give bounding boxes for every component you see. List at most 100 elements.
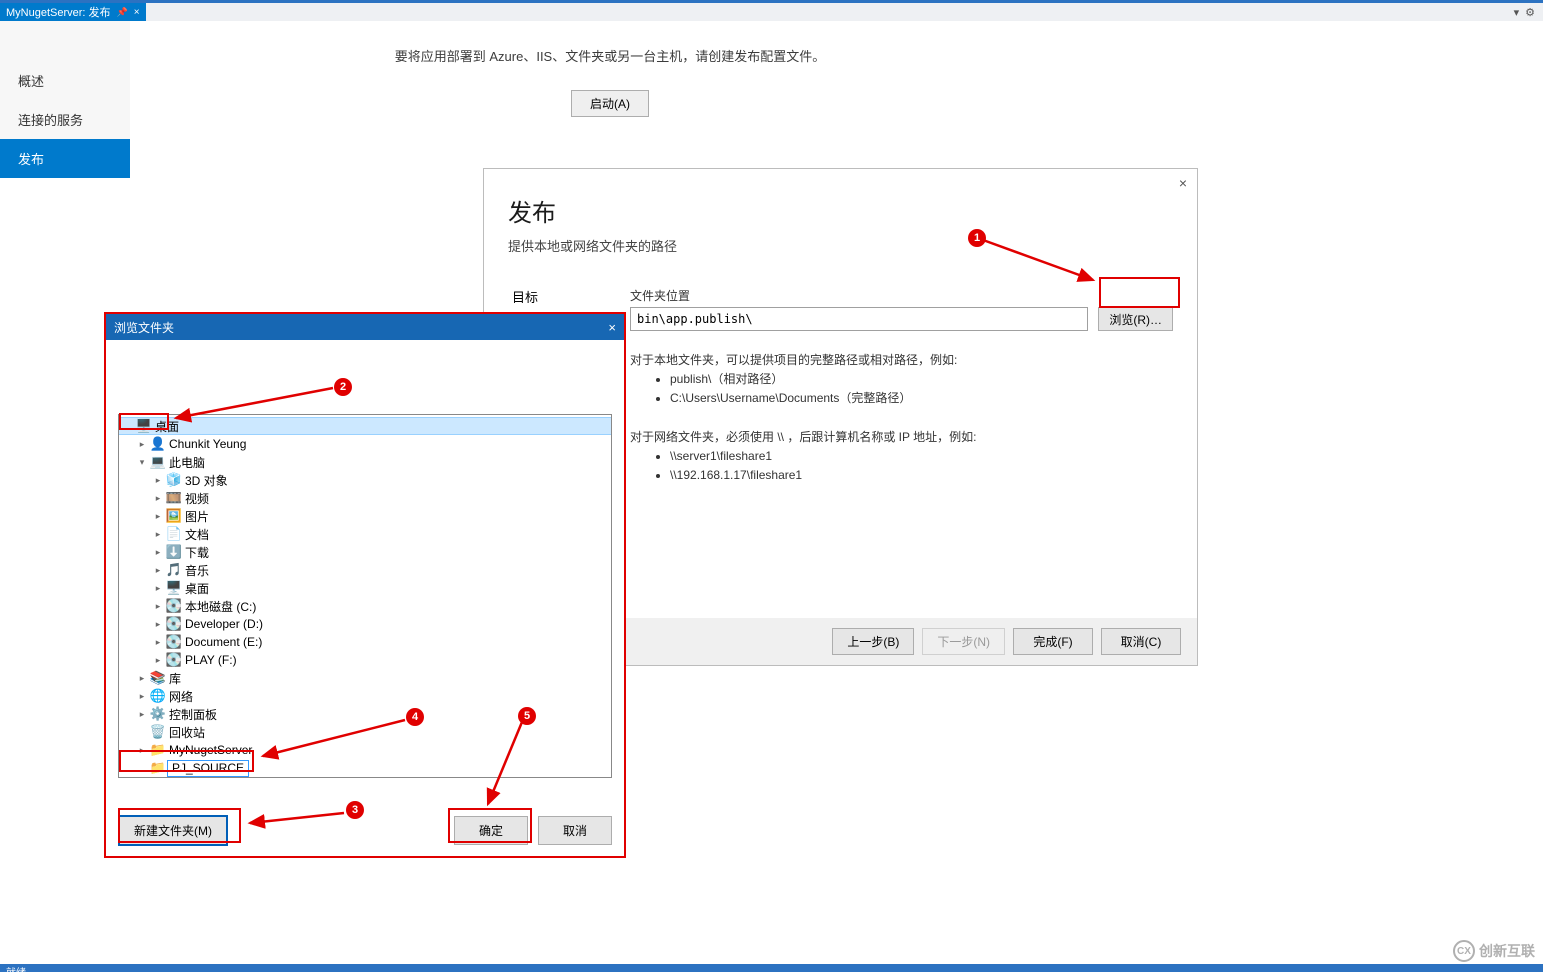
browse-dialog-titlebar: 浏览文件夹 × bbox=[106, 314, 624, 340]
tree-node[interactable]: ▸🖥️桌面 bbox=[119, 579, 611, 597]
chevron-right-icon[interactable]: ▸ bbox=[151, 565, 165, 576]
pin-icon[interactable]: 📌 bbox=[117, 7, 128, 18]
folder-icon: 🧊 bbox=[165, 472, 183, 488]
watermark-logo-icon: CX bbox=[1453, 940, 1475, 962]
browse-dialog-title: 浏览文件夹 bbox=[114, 319, 174, 336]
tree-node-label: 网络 bbox=[167, 688, 193, 705]
tree-node[interactable]: ▸📚库 bbox=[119, 669, 611, 687]
desc-local-list: publish\（相对路径） C:\Users\Username\Documen… bbox=[670, 370, 1173, 408]
tree-node-label: Developer (D:) bbox=[183, 617, 263, 631]
desc-local-intro: 对于本地文件夹，可以提供项目的完整路径或相对路径，例如: bbox=[630, 351, 1173, 370]
tree-node-label: 文档 bbox=[183, 526, 209, 543]
tree-node[interactable]: ▸📄文档 bbox=[119, 525, 611, 543]
tree-node[interactable]: ▸🌐网络 bbox=[119, 687, 611, 705]
finish-button[interactable]: 完成(F) bbox=[1013, 628, 1093, 655]
tree-node-label: 图片 bbox=[183, 508, 209, 525]
folder-icon: 📁 bbox=[149, 742, 167, 758]
chevron-right-icon[interactable]: ▸ bbox=[151, 529, 165, 540]
list-item: publish\（相对路径） bbox=[670, 370, 1173, 389]
tree-node-label: PLAY (F:) bbox=[183, 653, 237, 667]
browse-folder-dialog: 浏览文件夹 × ▸🖥️桌面▸👤Chunkit Yeung▾💻此电脑▸🧊3D 对象… bbox=[104, 312, 626, 858]
folder-icon: 🖼️ bbox=[165, 508, 183, 524]
prev-button[interactable]: 上一步(B) bbox=[832, 628, 914, 655]
chevron-right-icon[interactable]: ▸ bbox=[151, 493, 165, 504]
folder-icon: 📁 bbox=[149, 760, 167, 776]
folder-tree[interactable]: ▸🖥️桌面▸👤Chunkit Yeung▾💻此电脑▸🧊3D 对象▸🎞️视频▸🖼️… bbox=[118, 414, 612, 778]
list-item: \\server1\fileshare1 bbox=[670, 447, 1173, 466]
tree-node-label: 库 bbox=[167, 670, 181, 687]
tree-node[interactable]: ▸⬇️下载 bbox=[119, 543, 611, 561]
tree-node-label: 控制面板 bbox=[167, 706, 217, 723]
dialog-subtitle: 提供本地或网络文件夹的路径 bbox=[508, 236, 1173, 255]
tree-node[interactable]: ▸⚙️控制面板 bbox=[119, 705, 611, 723]
cancel-button[interactable]: 取消 bbox=[538, 816, 612, 845]
tree-node[interactable]: ▸📁MyNugetServer bbox=[119, 741, 611, 759]
tree-node-label: Document (E:) bbox=[183, 635, 262, 649]
start-button[interactable]: 启动(A) bbox=[571, 90, 649, 117]
document-tab[interactable]: MyNugetServer: 发布 📌 × bbox=[0, 3, 146, 21]
new-folder-button[interactable]: 新建文件夹(M) bbox=[118, 815, 228, 846]
chevron-right-icon[interactable]: ▸ bbox=[151, 601, 165, 612]
tree-node[interactable]: ▸💽PLAY (F:) bbox=[119, 651, 611, 669]
chevron-right-icon[interactable]: ▸ bbox=[135, 745, 149, 756]
tree-node-label: Chunkit Yeung bbox=[167, 437, 246, 451]
folder-name-edit[interactable]: PJ_SOURCE bbox=[167, 760, 249, 777]
sidebar-item-connected-services[interactable]: 连接的服务 bbox=[0, 100, 130, 139]
chevron-right-icon[interactable]: ▸ bbox=[135, 439, 149, 450]
tree-node-label: 音乐 bbox=[183, 562, 209, 579]
tree-node[interactable]: ▸💽Developer (D:) bbox=[119, 615, 611, 633]
tree-node[interactable]: ▸💽Document (E:) bbox=[119, 633, 611, 651]
dropdown-icon[interactable]: ▾ bbox=[1514, 6, 1520, 19]
browse-button[interactable]: 浏览(R)… bbox=[1098, 307, 1173, 331]
watermark-text: 创新互联 bbox=[1479, 941, 1535, 961]
folder-location-label: 文件夹位置 bbox=[630, 287, 1173, 304]
cancel-button[interactable]: 取消(C) bbox=[1101, 628, 1181, 655]
folder-icon: 📚 bbox=[149, 670, 167, 686]
tab-title: MyNugetServer: 发布 bbox=[6, 4, 111, 20]
step-target[interactable]: 目标 bbox=[508, 281, 608, 312]
tree-node-label: 桌面 bbox=[153, 418, 179, 435]
sidebar-item-overview[interactable]: 概述 bbox=[0, 61, 130, 100]
sidebar-item-publish[interactable]: 发布 bbox=[0, 139, 130, 178]
chevron-right-icon[interactable]: ▸ bbox=[151, 619, 165, 630]
tab-close-icon[interactable]: × bbox=[134, 7, 140, 18]
close-icon[interactable]: × bbox=[608, 320, 616, 335]
chevron-right-icon[interactable]: ▸ bbox=[135, 673, 149, 684]
ok-button[interactable]: 确定 bbox=[454, 816, 528, 845]
chevron-right-icon[interactable]: ▸ bbox=[151, 475, 165, 486]
folder-icon: 🎵 bbox=[165, 562, 183, 578]
folder-icon: 💽 bbox=[165, 616, 183, 632]
tree-node[interactable]: ▸🧊3D 对象 bbox=[119, 471, 611, 489]
folder-icon: 🎞️ bbox=[165, 490, 183, 506]
chevron-right-icon[interactable]: ▸ bbox=[135, 691, 149, 702]
folder-location-input[interactable] bbox=[630, 307, 1088, 331]
folder-icon: 🖥️ bbox=[165, 580, 183, 596]
tree-node[interactable]: ▸🖼️图片 bbox=[119, 507, 611, 525]
tree-node[interactable]: ▸🖥️桌面 bbox=[119, 417, 611, 435]
list-item: \\192.168.1.17\fileshare1 bbox=[670, 466, 1173, 485]
chevron-right-icon[interactable]: ▸ bbox=[135, 709, 149, 720]
chevron-right-icon[interactable]: ▸ bbox=[151, 583, 165, 594]
tree-node[interactable]: ▸🗑️回收站 bbox=[119, 723, 611, 741]
tree-node[interactable]: ▸🎞️视频 bbox=[119, 489, 611, 507]
tree-node[interactable]: ▸👤Chunkit Yeung bbox=[119, 435, 611, 453]
list-item: C:\Users\Username\Documents（完整路径） bbox=[670, 389, 1173, 408]
tree-node[interactable]: ▸🎵音乐 bbox=[119, 561, 611, 579]
tree-node[interactable]: ▸📁PJ_SOURCE bbox=[119, 759, 611, 777]
hint-text: 要将应用部署到 Azure、IIS、文件夹或另一台主机，请创建发布配置文件。 bbox=[330, 46, 890, 65]
folder-icon: 💻 bbox=[149, 454, 167, 470]
chevron-right-icon[interactable]: ▸ bbox=[151, 655, 165, 666]
tree-node-label: 回收站 bbox=[167, 724, 205, 741]
gear-icon[interactable]: ⚙ bbox=[1525, 6, 1535, 19]
hint-panel: 要将应用部署到 Azure、IIS、文件夹或另一台主机，请创建发布配置文件。 启… bbox=[330, 46, 890, 117]
sidebar: 概述 连接的服务 发布 bbox=[0, 21, 130, 178]
desc-network-intro: 对于网络文件夹，必须使用 \\ ，后跟计算机名称或 IP 地址，例如: bbox=[630, 428, 1173, 447]
folder-icon: 👤 bbox=[149, 436, 167, 452]
chevron-right-icon[interactable]: ▸ bbox=[151, 637, 165, 648]
chevron-down-icon[interactable]: ▾ bbox=[135, 457, 149, 468]
tree-node[interactable]: ▾💻此电脑 bbox=[119, 453, 611, 471]
tree-node[interactable]: ▸💽本地磁盘 (C:) bbox=[119, 597, 611, 615]
chevron-right-icon[interactable]: ▸ bbox=[151, 511, 165, 522]
folder-icon: ⚙️ bbox=[149, 706, 167, 722]
chevron-right-icon[interactable]: ▸ bbox=[151, 547, 165, 558]
